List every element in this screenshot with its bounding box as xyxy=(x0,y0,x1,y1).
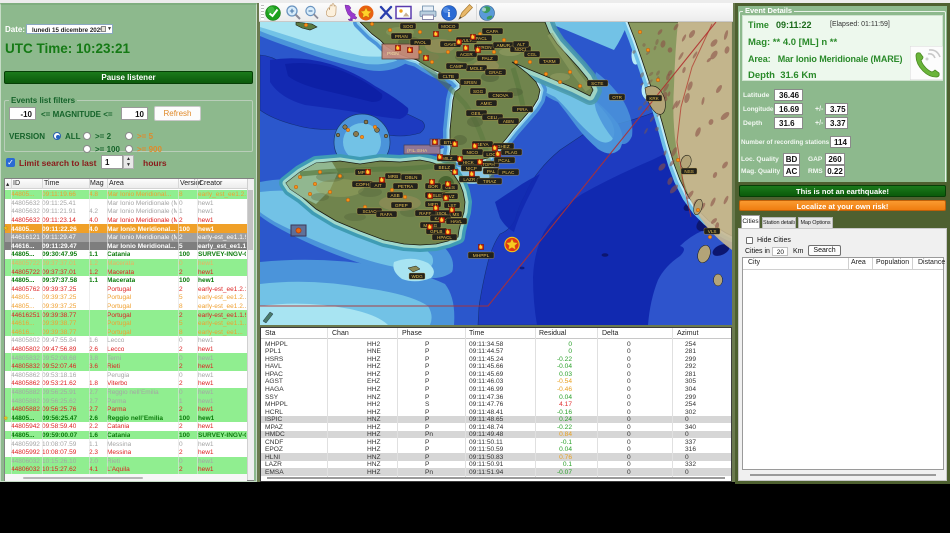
svg-text:PRAN: PRAN xyxy=(395,34,408,39)
svg-text:ABIN: ABIN xyxy=(503,119,514,124)
svg-text:LOC: LOC xyxy=(486,152,496,157)
svg-text:HAVL: HAVL xyxy=(450,219,462,224)
svg-text:MOLE: MOLE xyxy=(470,66,483,71)
svg-text:PCAL: PCAL xyxy=(498,158,510,163)
svg-text:NSS: NSS xyxy=(684,169,693,174)
svg-text:COPH: COPH xyxy=(356,182,369,187)
svg-text:MRB: MRB xyxy=(388,174,398,179)
svg-text:CAPA: CAPA xyxy=(486,29,499,34)
svg-text:HPACL: HPACL xyxy=(437,235,452,240)
svg-text:BELZ: BELZ xyxy=(439,165,451,170)
svg-text:PACL: PACL xyxy=(475,36,487,41)
svg-text:LAZR: LAZR xyxy=(463,177,475,182)
svg-text:MOCO: MOCO xyxy=(441,24,456,29)
svg-text:LST: LST xyxy=(448,203,457,208)
svg-text:CNOVA: CNOVA xyxy=(493,93,510,98)
svg-text:TOPH: TOPH xyxy=(482,162,495,167)
svg-text:PAL: PAL xyxy=(487,169,496,174)
svg-text:PETRA: PETRA xyxy=(398,184,414,189)
svg-text:PLAC: PLAC xyxy=(502,170,515,175)
svg-text:HICK: HICK xyxy=(463,160,475,165)
svg-text:SRSN: SRSN xyxy=(464,80,477,85)
svg-text:SCIAC: SCIAC xyxy=(362,209,377,214)
svg-text:GRAC: GRAC xyxy=(489,70,503,75)
svg-text:(FIL.ISHA: (FIL.ISHA xyxy=(407,148,428,153)
svg-text:BTL: BTL xyxy=(444,140,453,145)
svg-text:CLTB: CLTB xyxy=(443,74,454,79)
svg-text:AMIC: AMIC xyxy=(481,101,493,106)
svg-text:ASB: ASB xyxy=(390,193,399,198)
svg-text:GEIL: GEIL xyxy=(471,111,482,116)
svg-text:TIRAZ: TIRAZ xyxy=(483,179,496,184)
svg-text:CELI: CELI xyxy=(487,115,497,120)
svg-text:PIRA: PIRA xyxy=(517,107,529,112)
svg-text:GHEZ: GHEZ xyxy=(497,144,510,149)
svg-text:WDG: WDG xyxy=(411,274,423,279)
svg-text:RAFA: RAFA xyxy=(380,212,393,217)
svg-text:RAFF: RAFF xyxy=(419,211,431,216)
svg-text:SOO: SOO xyxy=(403,24,414,29)
svg-text:AMUR: AMUR xyxy=(497,43,511,48)
svg-text:i: i xyxy=(448,9,451,20)
svg-text:SCTE: SCTE xyxy=(591,81,603,86)
svg-text:AIT: AIT xyxy=(375,183,382,188)
svg-text:DBLN: DBLN xyxy=(405,175,417,180)
svg-text:KRK: KRK xyxy=(649,96,659,101)
svg-text:PAOL: PAOL xyxy=(414,40,426,45)
svg-text:CGL: CGL xyxy=(527,52,537,57)
svg-text:NICO: NICO xyxy=(467,150,479,155)
svg-text:NICP: NICP xyxy=(466,166,477,171)
svg-text:PALZ: PALZ xyxy=(482,56,493,61)
svg-text:GAVE: GAVE xyxy=(444,42,456,47)
svg-text:TARM: TARM xyxy=(543,59,556,64)
svg-text:MHPPL: MHPPL xyxy=(473,253,490,259)
svg-text:VLS: VLS xyxy=(708,229,717,234)
svg-text:PIGN: PIGN xyxy=(387,51,399,57)
svg-text:PLAG: PLAG xyxy=(505,150,518,155)
svg-text:CAMP: CAMP xyxy=(450,64,463,69)
svg-text:GEYA: GEYA xyxy=(476,142,489,147)
svg-text:ACER: ACER xyxy=(460,52,473,57)
svg-text:OTR: OTR xyxy=(612,95,622,100)
svg-text:SGG: SGG xyxy=(473,89,484,94)
svg-text:MILZ: MILZ xyxy=(442,156,453,161)
svg-text:ALT: ALT xyxy=(517,42,525,47)
svg-text:GPEP: GPEP xyxy=(395,203,408,208)
